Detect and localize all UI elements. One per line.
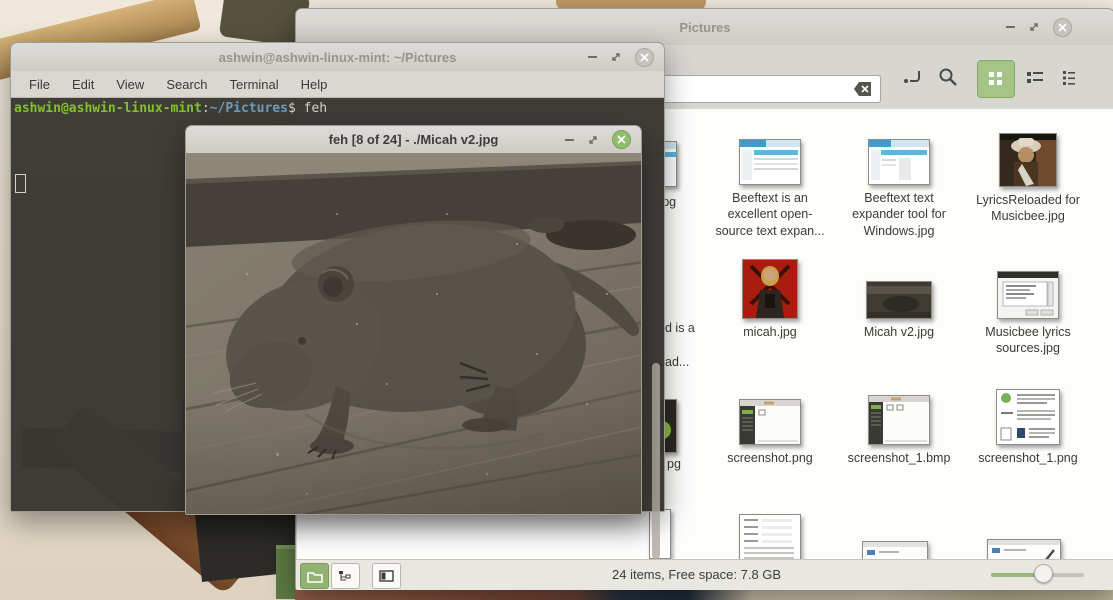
file-label: Musicbee lyrics sources.jpg [970,324,1086,357]
terminal-titlebar[interactable]: ashwin@ashwin-linux-mint: ~/Pictures [11,43,664,72]
treeview-toggle-button[interactable] [331,563,360,589]
menu-file[interactable]: File [29,77,50,92]
file-label: screenshot_1.png [970,450,1086,466]
thumbnail-micah-v2-photo [866,281,932,319]
list-view-button[interactable] [1017,60,1053,96]
icon-view-button[interactable] [977,60,1015,98]
close-icon[interactable] [635,48,654,67]
menu-view[interactable]: View [116,77,144,92]
file-label: LyricsReloaded for Musicbee.jpg [970,192,1086,225]
maximize-icon[interactable] [1029,22,1039,32]
minimize-icon[interactable] [565,139,574,141]
compact-view-button[interactable] [1053,60,1089,96]
location-entry-icon[interactable] [900,65,924,89]
list-item[interactable]: screenshot_1.png [970,385,1086,466]
places-toggle-button[interactable] [300,563,329,589]
thumbnail-window-screenshot [987,539,1061,559]
thumbnail-beeftext-screenshot [868,139,930,185]
status-bar: 24 items, Free space: 7.8 GB [296,559,1113,590]
terminal-cursor [15,174,26,193]
menu-help[interactable]: Help [301,77,328,92]
list-item[interactable] [966,537,1082,559]
file-manager-title: Pictures [296,20,1113,35]
thumbnail-window-screenshot [862,541,928,559]
file-label: Micah v2.jpg [841,324,957,340]
list-item[interactable] [837,539,953,559]
list-item[interactable]: Beeftext is an excellent open- source te… [712,137,828,239]
thumbnail-beeftext-screenshot [739,139,801,185]
menu-search[interactable]: Search [166,77,207,92]
maximize-icon[interactable] [611,52,621,62]
list-item[interactable]: Micah v2.jpg [841,257,957,340]
thumbnail-cowboy-photo [999,133,1057,187]
prompt-separator: : [202,101,210,116]
menu-edit[interactable]: Edit [72,77,94,92]
file-label: screenshot_1.bmp [841,450,957,466]
file-label-clipped[interactable]: pg [667,457,681,471]
file-label: screenshot.png [712,450,828,466]
terminal-menubar: File Edit View Search Terminal Help [11,71,664,98]
file-label: Beeftext is an excellent open- source te… [712,190,828,239]
list-item[interactable]: screenshot.png [712,393,828,466]
minimize-icon[interactable] [1006,26,1015,28]
list-item[interactable]: Beeftext text expander tool for Windows.… [841,137,957,239]
terminal-title: ashwin@ashwin-linux-mint: ~/Pictures [11,50,664,65]
feh-window: feh [8 of 24] - ./Micah v2.jpg [185,125,642,515]
list-item[interactable] [712,514,828,559]
close-icon[interactable] [1053,18,1072,37]
list-item[interactable]: screenshot_1.bmp [841,389,957,466]
maximize-icon[interactable] [588,135,598,145]
minimize-icon[interactable] [588,56,597,58]
file-label-clipped[interactable]: d is a [665,321,695,335]
search-icon[interactable] [936,65,960,89]
zoom-slider-fill [991,573,1038,577]
close-icon[interactable] [612,130,631,149]
prompt-symbol: $ [288,101,304,116]
prompt-user-host: ashwin@ashwin-linux-mint [14,101,202,116]
list-item[interactable]: Musicbee lyrics sources.jpg [970,257,1086,357]
status-text: 24 items, Free space: 7.8 GB [612,567,781,582]
feh-titlebar[interactable]: feh [8 of 24] - ./Micah v2.jpg [186,126,641,154]
thumbnail-document-page [996,389,1060,445]
thumbnail-form-screenshot [739,514,801,559]
list-item[interactable]: LyricsReloaded for Musicbee.jpg [970,133,1086,225]
clear-search-icon[interactable] [853,81,873,97]
file-label: micah.jpg [712,324,828,340]
file-label: Beeftext text expander tool for Windows.… [841,190,957,239]
sidebar-toggle-button[interactable] [372,563,401,589]
list-item[interactable]: micah.jpg [712,257,828,340]
zoom-slider-handle[interactable] [1034,564,1053,583]
feh-image-rat-photo[interactable] [186,153,641,514]
thumbnail-screenshot-window [739,399,801,445]
thumbnail-musicbee-dialog [997,271,1059,319]
typed-command: feh [304,101,327,116]
thumbnail-micah-photo [742,259,798,319]
file-manager-titlebar[interactable]: Pictures [296,9,1113,46]
terminal-scrollbar[interactable] [652,363,660,559]
file-label-clipped[interactable]: ad... [665,355,689,369]
prompt-path: ~/Pictures [210,101,288,116]
thumbnail-screenshot-window [868,395,930,445]
menu-terminal[interactable]: Terminal [230,77,279,92]
